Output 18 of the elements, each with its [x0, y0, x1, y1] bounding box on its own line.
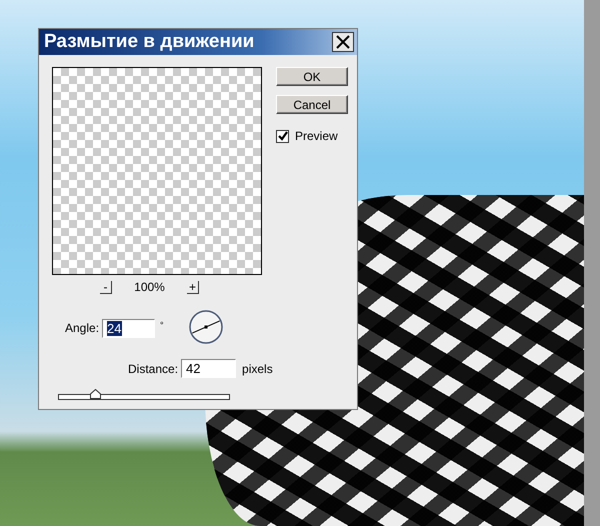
angle-label: Angle:: [65, 321, 100, 335]
angle-field[interactable]: 24: [102, 318, 156, 338]
preview-label: Preview: [295, 129, 338, 143]
angle-dial-icon: [188, 310, 225, 346]
cancel-button[interactable]: Cancel: [276, 95, 348, 114]
degree-sign: °: [160, 320, 164, 330]
zoom-in-button[interactable]: +: [187, 280, 199, 294]
zoom-level: 100%: [133, 280, 166, 294]
zoom-out-button[interactable]: -: [100, 280, 112, 294]
distance-field[interactable]: 42: [181, 359, 236, 378]
unit-label: pixels: [242, 362, 273, 376]
close-icon: [336, 35, 350, 49]
window-title: Размытие в движении: [44, 31, 254, 53]
ok-button[interactable]: OK: [276, 67, 348, 86]
close-button[interactable]: [332, 32, 354, 52]
slider-thumb[interactable]: [90, 389, 102, 399]
distance-label: Distance:: [128, 362, 178, 376]
preview-checkbox[interactable]: [276, 130, 289, 142]
